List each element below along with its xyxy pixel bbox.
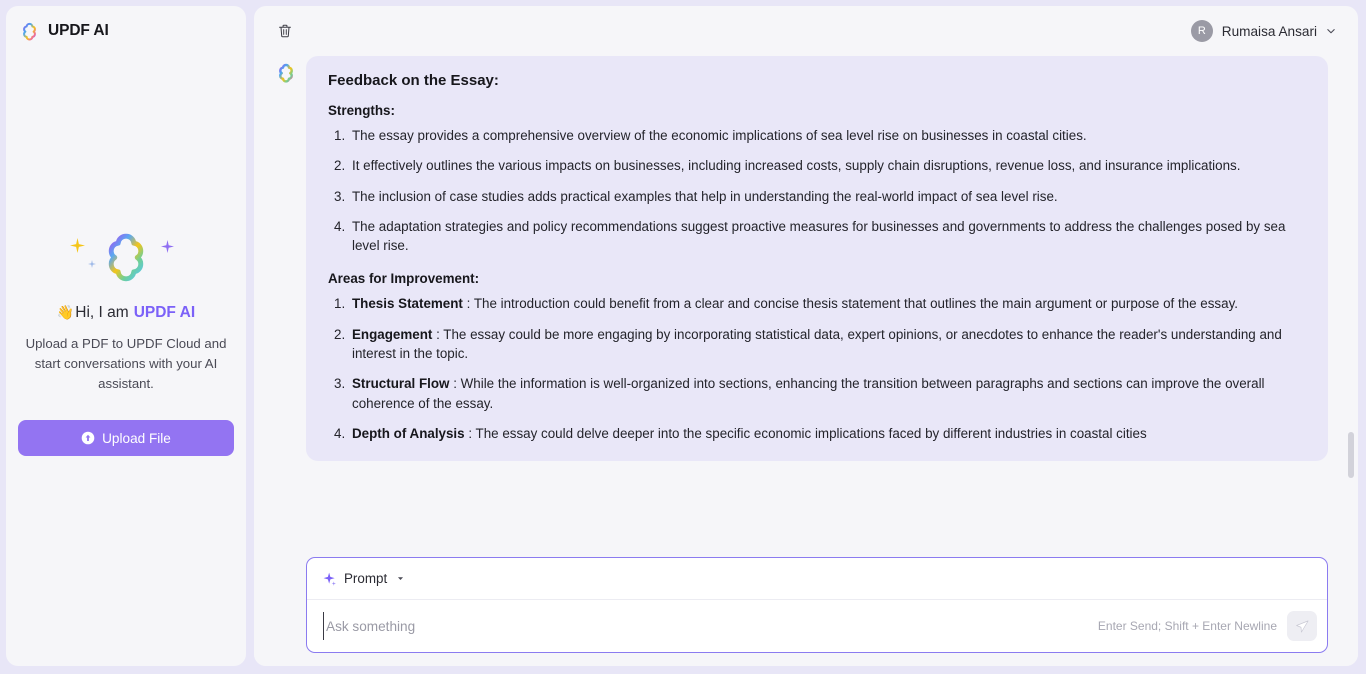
- conversation-scrollbar[interactable]: [1347, 106, 1355, 546]
- caret-down-icon: [398, 577, 404, 580]
- prompt-selector[interactable]: Prompt: [323, 571, 405, 586]
- send-button[interactable]: [1287, 611, 1317, 641]
- sidebar: UPDF AI 👋 Hi, I am UPDF AI Upload a PDF …: [6, 6, 246, 666]
- improvement-separator: :: [464, 425, 476, 441]
- strengths-heading: Strengths:: [328, 103, 395, 118]
- send-paper-plane-icon: [1295, 620, 1308, 632]
- improvement-text: The introduction could benefit from a cl…: [473, 296, 1239, 312]
- sidebar-description: Upload a PDF to UPDF Cloud and start con…: [25, 335, 227, 392]
- list-item: Structural Flow : While the information …: [328, 374, 1306, 413]
- improvement-separator: :: [449, 376, 461, 392]
- improvements-list: Thesis Statement : The introduction coul…: [328, 294, 1306, 443]
- composer-input-row: Enter Send; Shift + Enter Newline: [307, 600, 1327, 652]
- hero-logo-group: [66, 224, 186, 290]
- greeting-brand: UPDF AI: [133, 303, 196, 321]
- list-item: The adaptation strategies and policy rec…: [328, 217, 1306, 256]
- improvement-label: Thesis Statement: [352, 296, 463, 312]
- prompt-label: Prompt: [344, 571, 388, 586]
- hero-clover-logo-icon: [108, 233, 144, 282]
- composer: Prompt Enter Send; Shift + Enter Newline: [306, 557, 1328, 653]
- sidebar-welcome: 👋 Hi, I am UPDF AI Upload a PDF to UPDF …: [6, 14, 246, 666]
- scrollbar-thumb[interactable]: [1348, 431, 1354, 478]
- message-bubble: Feedback on the Essay: Strengths: The es…: [306, 56, 1328, 462]
- improvement-label: Structural Flow: [352, 376, 450, 392]
- delete-conversation-button[interactable]: [272, 18, 298, 44]
- list-item: Engagement : The essay could be more eng…: [328, 325, 1306, 364]
- improvements-heading: Areas for Improvement:: [328, 271, 480, 287]
- list-item: Depth of Analysis : The essay could delv…: [328, 424, 1306, 444]
- app-root: UPDF AI 👋 Hi, I am UPDF AI Upload a PDF …: [0, 0, 1366, 674]
- user-menu[interactable]: R Rumaisa Ansari: [1190, 20, 1336, 42]
- main-panel: R Rumaisa Ansari Feedback on the Essay: …: [254, 6, 1358, 666]
- list-item: The inclusion of case studies adds pract…: [328, 187, 1306, 207]
- assistant-message: Feedback on the Essay: Strengths: The es…: [276, 56, 1328, 462]
- chevron-down-icon: [1327, 29, 1335, 34]
- improvement-separator: :: [432, 326, 444, 342]
- avatar: R: [1190, 20, 1213, 42]
- sparkle-decoration-icon: [70, 237, 85, 253]
- upload-circle-icon: [81, 431, 95, 445]
- sparkle-icon: [323, 572, 337, 586]
- user-name: Rumaisa Ansari: [1221, 23, 1317, 39]
- list-item: Thesis Statement : The introduction coul…: [328, 294, 1306, 314]
- top-bar: R Rumaisa Ansari: [254, 6, 1358, 56]
- strength-text: The inclusion of case studies adds pract…: [352, 188, 1058, 204]
- strength-text: The essay provides a comprehensive overv…: [352, 128, 1087, 143]
- greeting-line: 👋 Hi, I am UPDF AI: [57, 304, 195, 322]
- send-hint: Enter Send; Shift + Enter Newline: [1097, 619, 1277, 633]
- strength-text: The adaptation strategies and policy rec…: [352, 218, 1286, 254]
- improvement-text: The essay could delve deeper into the sp…: [475, 425, 1147, 441]
- composer-toolbar: Prompt: [307, 558, 1327, 600]
- improvement-text: While the information is well-organized …: [352, 376, 1265, 411]
- improvement-separator: :: [462, 296, 474, 312]
- composer-area: Prompt Enter Send; Shift + Enter Newline: [254, 557, 1358, 666]
- improvement-label: Engagement: [352, 326, 433, 342]
- upload-file-label: Upload File: [102, 430, 171, 446]
- message-title: Feedback on the Essay:: [328, 72, 499, 89]
- ai-clover-avatar-icon: [279, 63, 293, 83]
- trash-icon: [279, 24, 291, 38]
- greeting-prefix: Hi, I am: [75, 303, 129, 321]
- improvement-text: The essay could be more engaging by inco…: [352, 326, 1282, 362]
- sparkle-decoration-right-icon: [161, 239, 174, 253]
- search-input[interactable]: [323, 612, 1088, 640]
- improvement-label: Depth of Analysis: [352, 425, 465, 441]
- list-item: The essay provides a comprehensive overv…: [328, 126, 1306, 146]
- strengths-list: The essay provides a comprehensive overv…: [328, 126, 1306, 255]
- strength-text: It effectively outlines the various impa…: [352, 158, 1241, 174]
- list-item: It effectively outlines the various impa…: [328, 156, 1306, 176]
- sparkle-decoration-small-icon: [88, 259, 96, 268]
- wave-emoji-icon: 👋: [56, 303, 75, 320]
- upload-file-button[interactable]: Upload File: [18, 420, 234, 457]
